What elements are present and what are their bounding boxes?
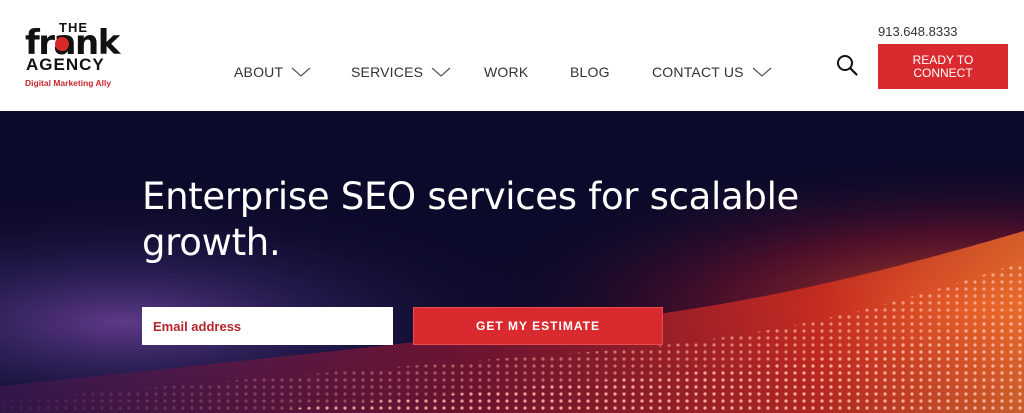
nav-item-label: BLOG (570, 64, 610, 80)
nav-item-about[interactable]: ABOUT (234, 64, 311, 80)
nav-item-label: SERVICES (351, 64, 424, 80)
nav-item-work[interactable]: WORK (484, 64, 528, 80)
email-field[interactable] (142, 307, 393, 345)
search-button[interactable] (835, 53, 859, 77)
chevron-down-icon (752, 67, 772, 77)
site-header: THE frank AGENCY Digital Marketing Ally … (0, 0, 1024, 111)
hero-headline: Enterprise SEO services for scalable gro… (142, 175, 800, 264)
logo-agency: AGENCY (26, 55, 105, 74)
frank-agency-logo[interactable]: THE frank AGENCY Digital Marketing Ally (25, 20, 125, 92)
chevron-down-icon (291, 67, 311, 77)
nav-item-services[interactable]: SERVICES (351, 64, 451, 80)
nav-item-label: ABOUT (234, 64, 284, 80)
nav-item-blog[interactable]: BLOG (570, 64, 610, 80)
get-my-estimate-button[interactable]: GET MY ESTIMATE (413, 307, 663, 345)
nav-item-label: CONTACT US (652, 64, 744, 80)
logo-dot-icon (55, 37, 69, 51)
nav-item-label: WORK (484, 64, 529, 80)
nav-item-contact-us[interactable]: CONTACT US (652, 64, 772, 80)
hero-section: Enterprise SEO services for scalable gro… (0, 111, 1024, 413)
logo-tagline: Digital Marketing Ally (25, 78, 112, 88)
ready-to-connect-button[interactable]: READY TO CONNECT (878, 44, 1008, 89)
search-icon (837, 55, 858, 76)
phone-number[interactable]: 913.648.8333 (878, 24, 958, 39)
chevron-down-icon (431, 67, 451, 77)
